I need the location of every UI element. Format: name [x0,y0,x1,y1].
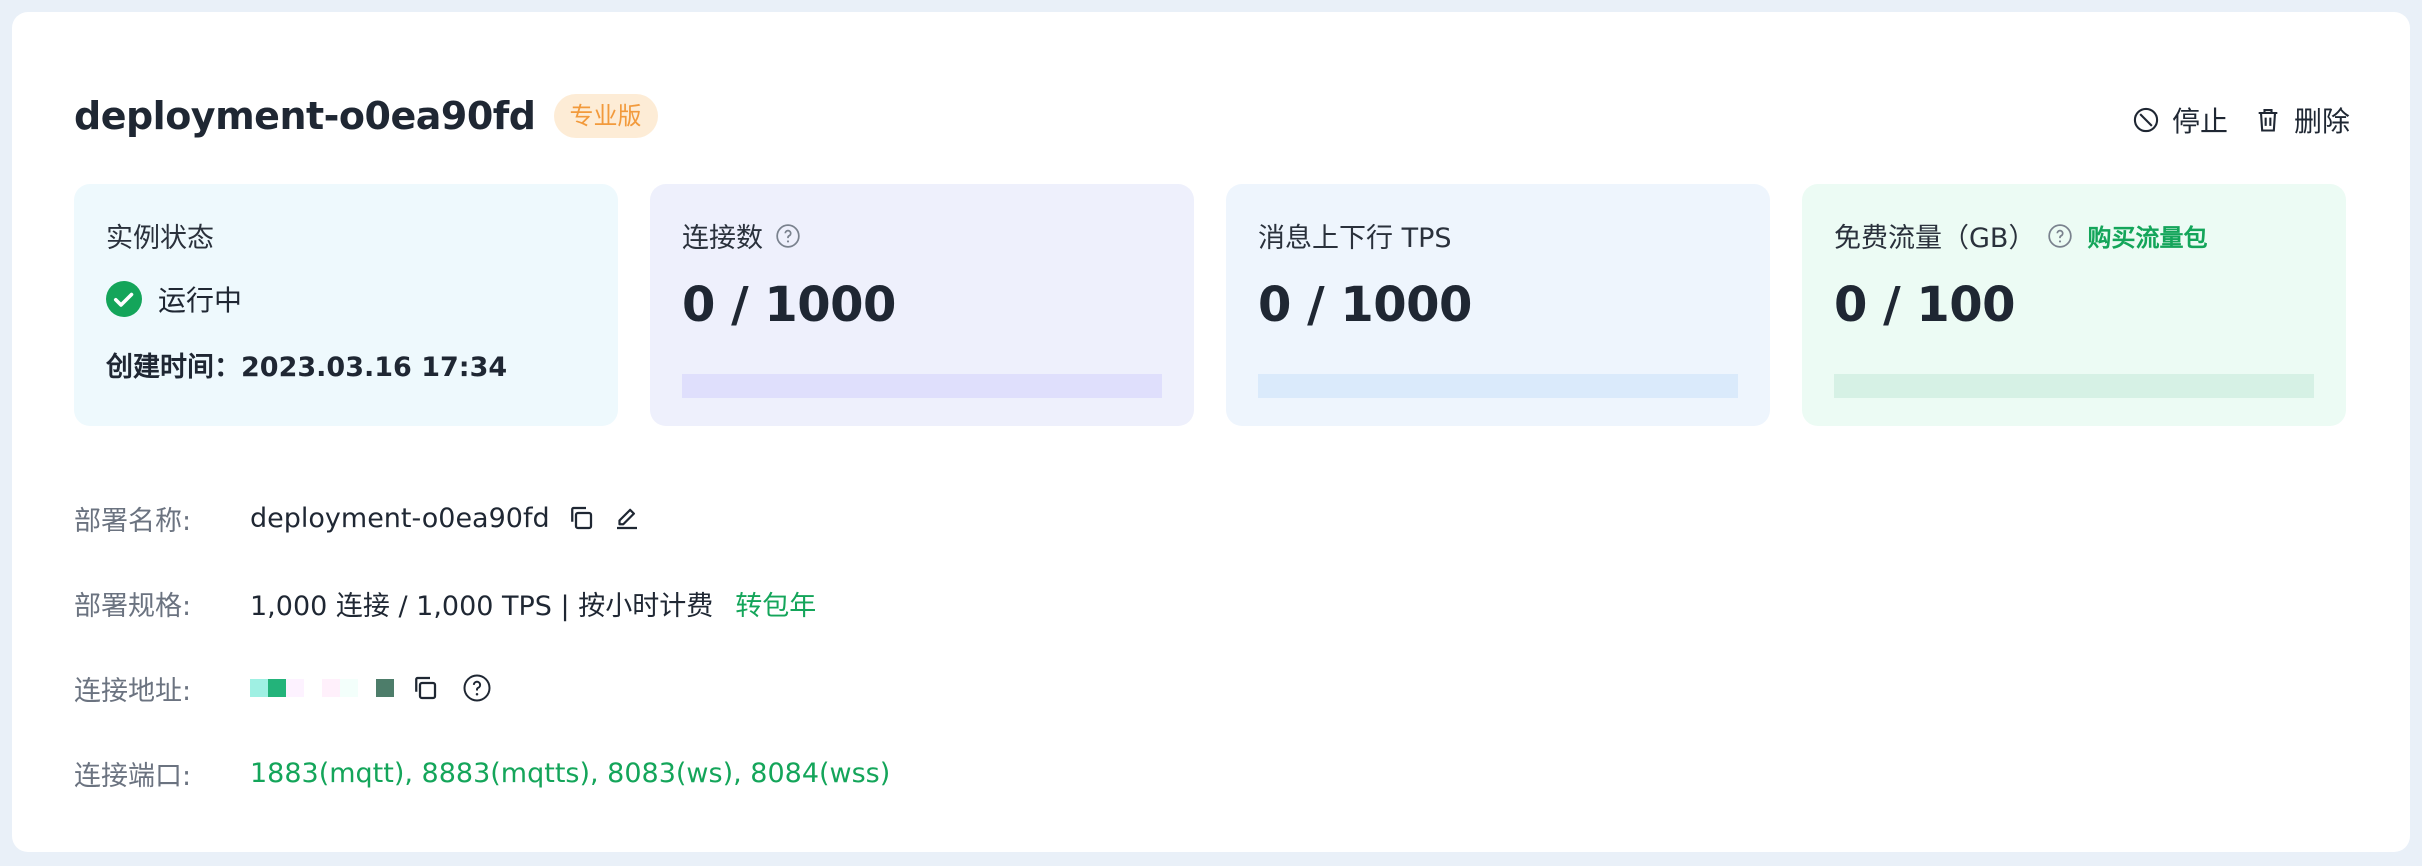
tps-progress-bar [1258,374,1738,398]
deployment-card: deployment-o0ea90fd 专业版 停止 删除 实例状态 运行中 创… [12,12,2410,852]
ban-icon [2133,107,2159,133]
delete-button[interactable]: 删除 [2254,100,2350,140]
status-indicator: 运行中 [106,279,586,319]
delete-label: 删除 [2293,105,2350,138]
traffic-value: 0 / 100 [1834,277,2016,333]
name-label: 部署名称: [74,505,192,537]
page-header: deployment-o0ea90fd 专业版 [74,94,658,138]
stop-label: 停止 [2171,105,2228,138]
tps-card: 消息上下行 TPS 0 / 1000 [1226,184,1770,426]
connections-progress-bar [682,374,1162,398]
copy-icon[interactable] [566,503,596,533]
detail-row-ports: 连接端口: 1883(mqtt), 8883(mqtts), 8083(ws),… [74,753,890,793]
details-section: 部署名称: deployment-o0ea90fd 部署规格: 1,000 连接… [74,498,890,838]
stats-row: 实例状态 运行中 创建时间：2023.03.16 17:34 连接数 0 / 1… [74,184,2346,426]
edit-icon[interactable] [612,503,642,533]
address-label: 连接地址: [74,675,192,707]
created-time: 创建时间：2023.03.16 17:34 [106,345,586,384]
status-card: 实例状态 运行中 创建时间：2023.03.16 17:34 [74,184,618,426]
name-value: deployment-o0ea90fd [250,502,550,534]
stop-button[interactable]: 停止 [2132,100,2228,140]
status-value: 运行中 [158,284,243,317]
detail-row-spec: 部署规格: 1,000 连接 / 1,000 TPS | 按小时计费 转包年 [74,583,890,623]
spec-label: 部署规格: [74,590,192,622]
connections-label: 连接数 [682,223,763,254]
check-circle-icon [106,281,142,317]
traffic-label: 免费流量（GB） [1834,223,2036,254]
copy-icon[interactable] [410,673,440,703]
traffic-header: 免费流量（GB） 购买流量包 [1834,216,2314,255]
spec-value: 1,000 连接 / 1,000 TPS | 按小时计费 [250,590,714,622]
buy-traffic-link[interactable]: 购买流量包 [2087,218,2207,253]
header-actions: 停止 删除 [2106,100,2350,140]
question-circle-icon[interactable] [775,223,801,249]
traffic-card: 免费流量（GB） 购买流量包 0 / 100 [1802,184,2346,426]
switch-to-annual-link[interactable]: 转包年 [735,584,816,623]
detail-row-name: 部署名称: deployment-o0ea90fd [74,498,890,538]
question-circle-icon[interactable] [2047,223,2073,249]
question-circle-icon[interactable] [462,673,492,703]
created-value: 2023.03.16 17:34 [241,352,508,383]
detail-row-address: 连接地址: [74,668,890,708]
name-value-group: deployment-o0ea90fd [250,503,642,534]
ports-value: 1883(mqtt), 8883(mqtts), 8083(ws), 8084(… [250,757,891,789]
address-value-group [250,668,492,708]
ports-label: 连接端口: [74,760,192,792]
connections-value: 0 / 1000 [682,277,896,333]
tps-value: 0 / 1000 [1258,277,1472,333]
connections-card: 连接数 0 / 1000 [650,184,1194,426]
traffic-progress-bar [1834,374,2314,398]
plan-badge: 专业版 [553,94,658,138]
address-masked [250,668,394,708]
spec-value-group: 1,000 连接 / 1,000 TPS | 按小时计费 转包年 [250,584,816,623]
trash-icon [2258,109,2278,132]
connections-header: 连接数 [682,216,1162,255]
tps-label: 消息上下行 TPS [1258,223,1452,254]
created-label: 创建时间： [106,352,241,383]
page-title: deployment-o0ea90fd [74,94,536,138]
status-label: 实例状态 [106,223,214,254]
